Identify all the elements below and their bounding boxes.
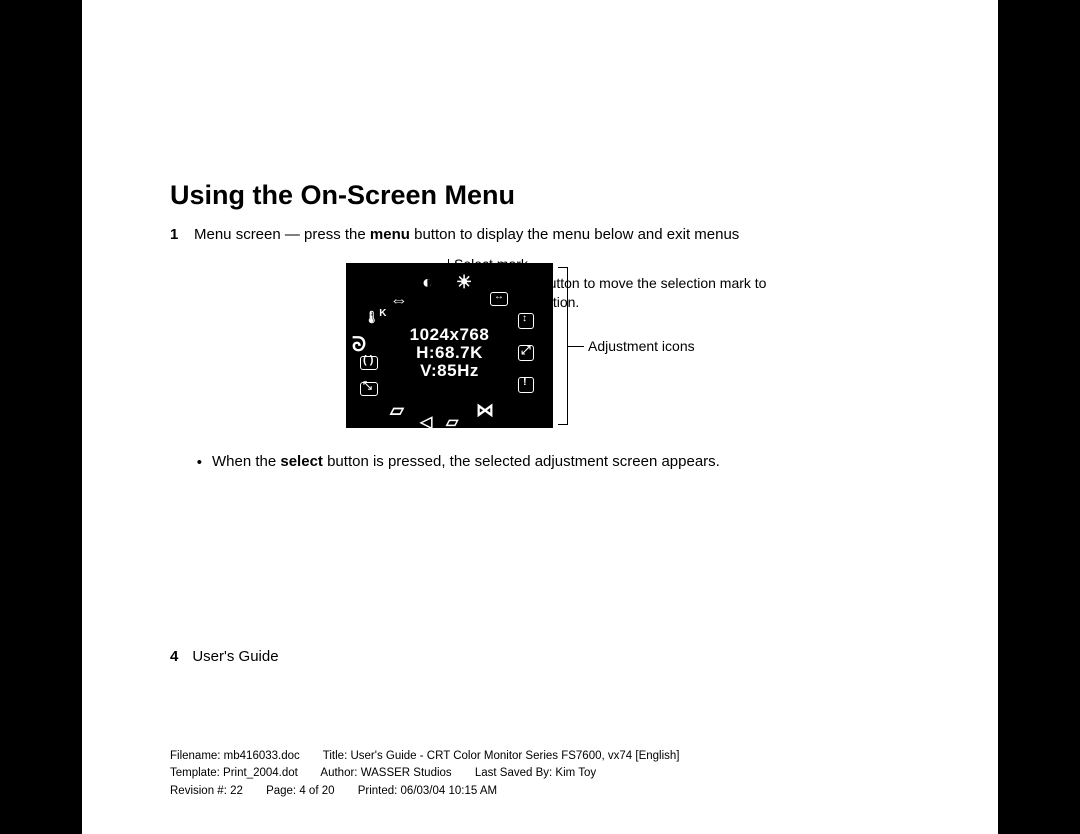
meta-saved: Last Saved By: Kim Toy	[475, 767, 596, 779]
meta-title: Title: User's Guide - CRT Color Monitor …	[323, 750, 680, 762]
bullet-bold: select	[280, 453, 323, 470]
metadata-line-1: Filename: mb416033.doc Title: User's Gui…	[170, 748, 930, 765]
trapezoid-icon: ▱	[446, 415, 458, 431]
contrast-icon: ◐	[422, 273, 433, 291]
step-text-bold: menu	[370, 226, 410, 243]
meta-page: Page: 4 of 20	[266, 785, 334, 797]
meta-revision: Revision #: 22	[170, 785, 243, 797]
degauss-icon: ᘐ	[352, 335, 366, 355]
parallelogram-icon: ▱	[390, 401, 404, 419]
vsize-icon: ⤢	[518, 345, 534, 364]
trapezoid-left-icon: ◁	[420, 415, 432, 431]
bullet-marker: •	[188, 451, 202, 473]
meta-filename: Filename: mb416033.doc	[170, 750, 300, 762]
vposition-icon: ↕	[518, 313, 534, 332]
metadata-line-3: Revision #: 22 Page: 4 of 20 Printed: 06…	[170, 783, 930, 800]
page-content: Using the On-Screen Menu 1 Menu screen —…	[170, 180, 930, 515]
callout-adjustment-icons: Adjustment icons	[588, 337, 738, 356]
diagram: Select mark Press the – + button to move…	[170, 255, 930, 515]
meta-template: Template: Print_2004.dot	[170, 767, 298, 779]
step-text-pre: Menu screen — press the	[194, 226, 370, 243]
footer-page-number: 4	[170, 648, 178, 665]
color-temp-icon: 🌡K	[364, 309, 386, 323]
hposition-icon: ⇔	[390, 291, 408, 309]
bullet-post: button is pressed, the selected adjustme…	[323, 453, 720, 470]
footer-guide-label: User's Guide	[192, 648, 278, 665]
heading: Using the On-Screen Menu	[170, 180, 930, 211]
pinbalance-icon: ⋈	[476, 401, 494, 419]
bullet-text: When the select button is pressed, the s…	[212, 451, 720, 473]
metadata-line-2: Template: Print_2004.dot Author: WASSER …	[170, 765, 930, 782]
document-metadata: Filename: mb416033.doc Title: User's Gui…	[170, 748, 930, 800]
callout-bracket	[558, 267, 568, 425]
brightness-icon: ☀	[456, 273, 472, 291]
footer-page-info: 4 User's Guide	[170, 648, 279, 665]
meta-author: Author: WASSER Studios	[320, 767, 451, 779]
info-icon: !	[518, 377, 534, 396]
bullet-pre: When the	[212, 453, 280, 470]
osd-menu: 1024x768 H:68.7K V:85Hz ◐ ☀ ⇔ 🌡K ᘐ ↔ ↕ ⤢…	[346, 263, 553, 428]
bullet-select: • When the select button is pressed, the…	[188, 451, 888, 473]
color-temp-k: K	[379, 308, 386, 319]
step-text: Menu screen — press the menu button to d…	[194, 225, 739, 245]
pincushion-icon: ( )	[360, 355, 378, 373]
zoom-icon: ⤡	[360, 381, 378, 399]
callout-leader-right	[568, 346, 584, 347]
hsize-icon: ↔	[490, 291, 508, 309]
meta-printed: Printed: 06/03/04 10:15 AM	[358, 785, 497, 797]
step-text-post: button to display the menu below and exi…	[410, 226, 739, 243]
step-1: 1 Menu screen — press the menu button to…	[170, 225, 930, 245]
document-page: Using the On-Screen Menu 1 Menu screen —…	[82, 0, 998, 834]
step-number: 1	[170, 225, 184, 245]
